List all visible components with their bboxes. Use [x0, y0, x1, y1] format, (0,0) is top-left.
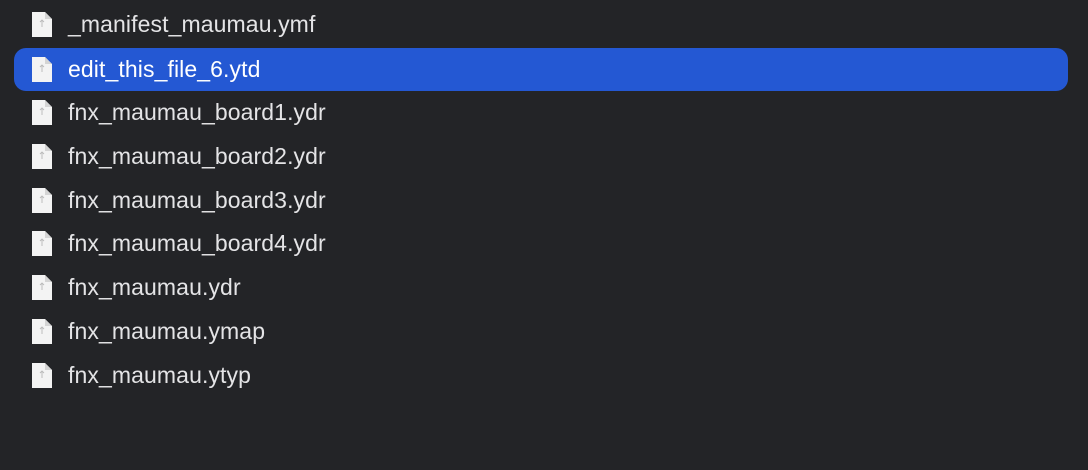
file-name: edit_this_file_6.ytd	[68, 56, 261, 82]
document-icon	[32, 144, 52, 169]
file-name: fnx_maumau_board2.ydr	[68, 143, 326, 169]
file-name: fnx_maumau.ytyp	[68, 362, 252, 388]
file-name: fnx_maumau_board3.ydr	[68, 187, 326, 213]
document-icon	[32, 319, 52, 344]
document-icon	[32, 188, 52, 213]
file-row-fnx-maumau-board2-ydr[interactable]: fnx_maumau_board2.ydr	[14, 135, 1068, 178]
document-icon	[32, 57, 52, 82]
file-name: _manifest_maumau.ymf	[68, 11, 316, 37]
document-icon	[32, 275, 52, 300]
file-row-fnx-maumau-board4-ydr[interactable]: fnx_maumau_board4.ydr	[14, 222, 1068, 265]
file-name: fnx_maumau.ymap	[68, 318, 266, 344]
document-icon	[32, 12, 52, 37]
document-icon	[32, 100, 52, 125]
file-row-fnx-maumau-ytyp[interactable]: fnx_maumau.ytyp	[14, 354, 1068, 397]
document-icon	[32, 363, 52, 388]
file-row-manifest-maumau-ymf[interactable]: _manifest_maumau.ymf	[14, 3, 1068, 46]
file-row-fnx-maumau-ydr[interactable]: fnx_maumau.ydr	[14, 266, 1068, 309]
file-row-fnx-maumau-board1-ydr[interactable]: fnx_maumau_board1.ydr	[14, 91, 1068, 134]
file-row-edit-this-file-6-ytd[interactable]: edit_this_file_6.ytd	[14, 48, 1068, 91]
document-icon	[32, 231, 52, 256]
file-row-fnx-maumau-board3-ydr[interactable]: fnx_maumau_board3.ydr	[14, 179, 1068, 222]
file-list: _manifest_maumau.ymf edit_this_file_6.yt…	[0, 0, 1088, 470]
file-name: fnx_maumau_board1.ydr	[68, 99, 326, 125]
file-row-fnx-maumau-ymap[interactable]: fnx_maumau.ymap	[14, 310, 1068, 353]
file-name: fnx_maumau.ydr	[68, 274, 241, 300]
file-name: fnx_maumau_board4.ydr	[68, 230, 326, 256]
